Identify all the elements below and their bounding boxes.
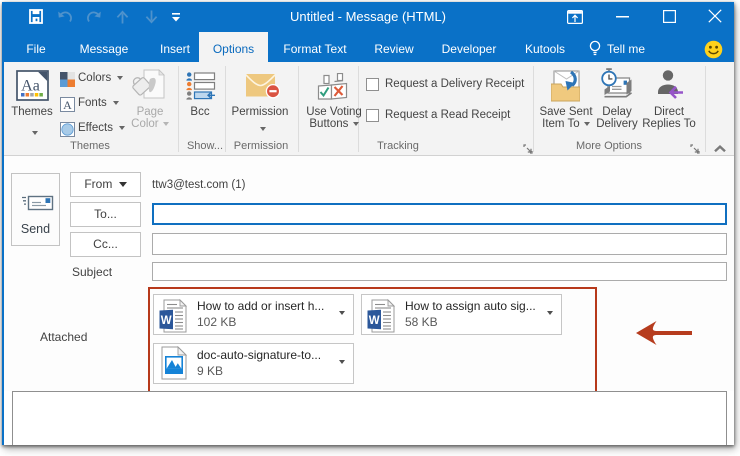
svg-text:W: W xyxy=(161,315,172,327)
svg-text:Aa: Aa xyxy=(21,78,40,95)
svg-text:A: A xyxy=(63,98,72,112)
svg-text:W: W xyxy=(369,315,380,327)
